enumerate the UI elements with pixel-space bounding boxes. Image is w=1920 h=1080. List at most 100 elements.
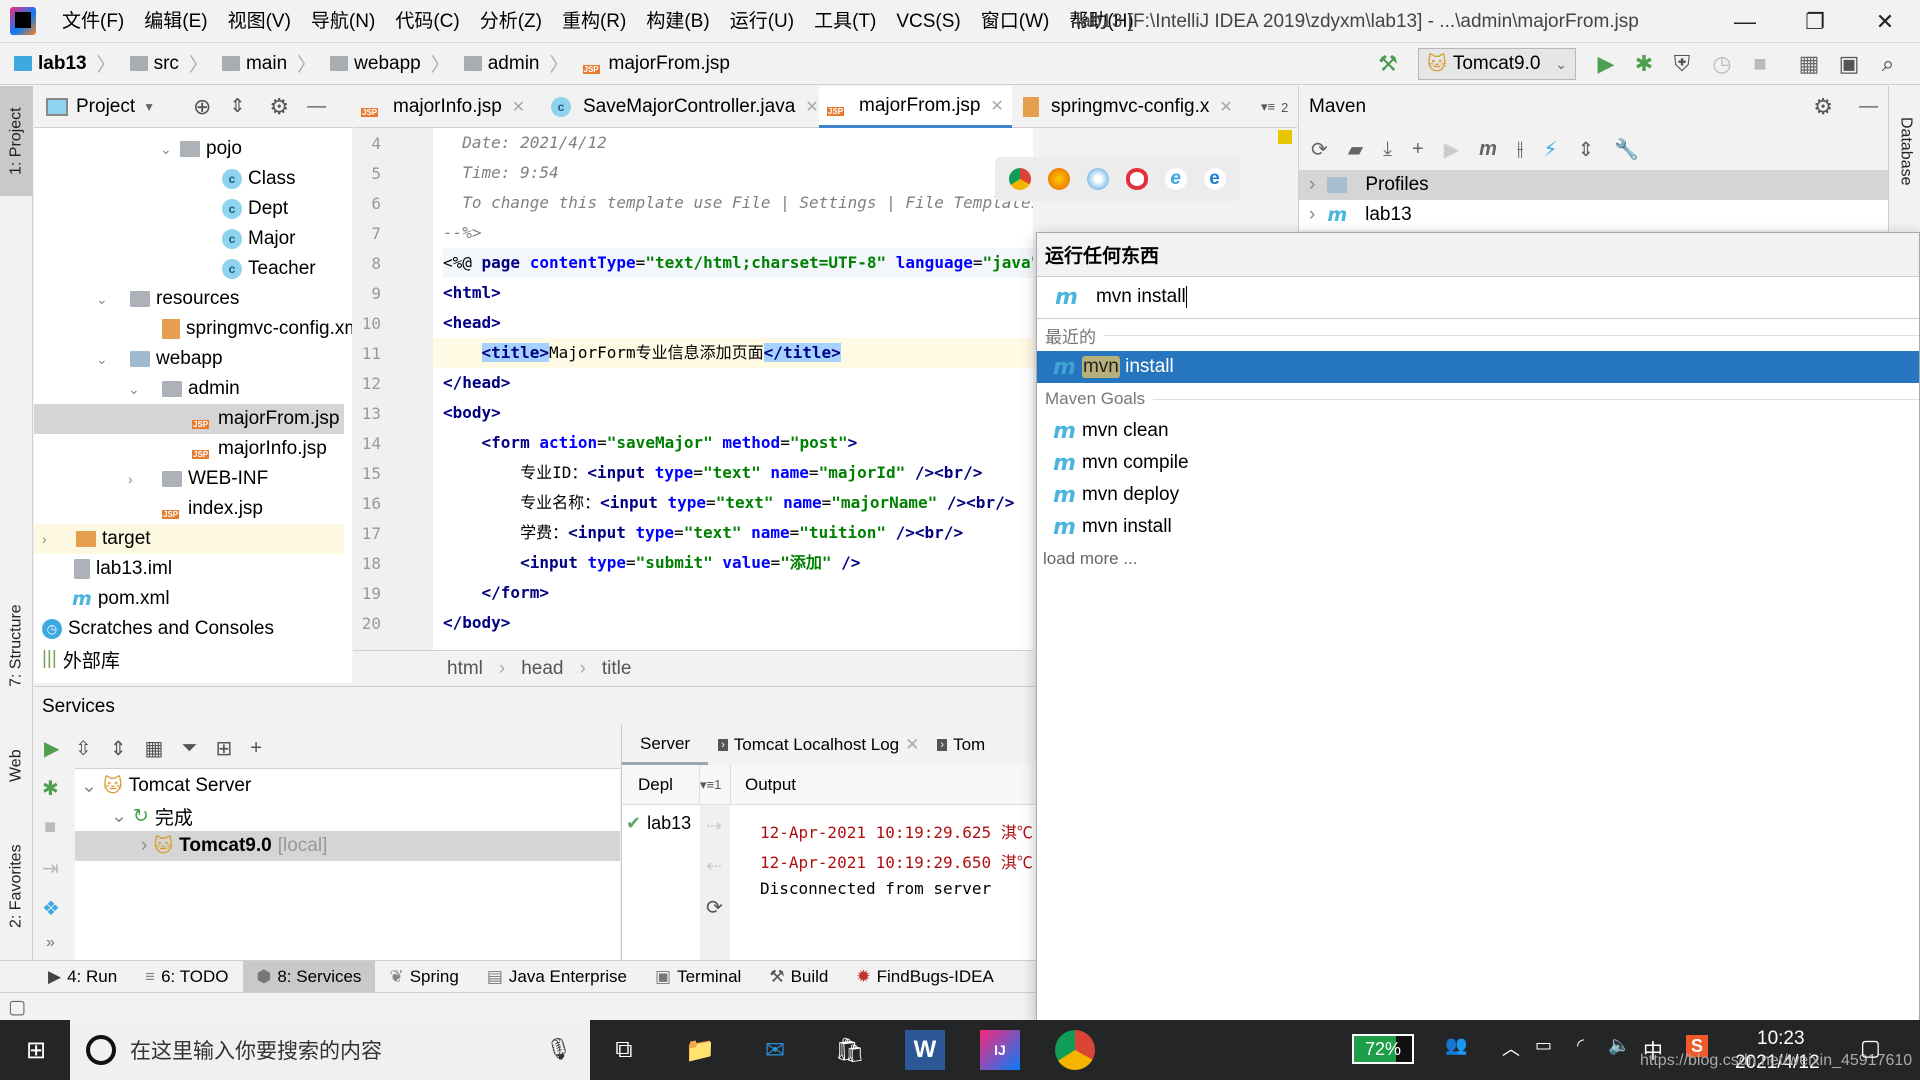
structure-tool-tab[interactable]: 7: Structure — [0, 586, 33, 706]
run-icon[interactable]: ▶ — [1592, 50, 1620, 78]
menu-run[interactable]: 运行(U) — [720, 0, 804, 43]
wifi-icon[interactable]: ◜ — [1577, 1035, 1584, 1056]
intellij-taskbar-icon[interactable]: IJ — [980, 1030, 1020, 1070]
coverage-icon[interactable]: ⛨ — [1668, 50, 1696, 78]
reimport-folder-icon[interactable]: ▰ — [1348, 137, 1363, 162]
tab-majorinfo-jsp[interactable]: majorInfo.jsp✕ — [353, 86, 533, 128]
mail-icon[interactable]: ✉ — [755, 1030, 795, 1070]
breadcrumb-item[interactable]: webapp 〉 — [330, 50, 450, 77]
microphone-icon[interactable]: 🎙 — [545, 1038, 572, 1062]
windows-start-icon[interactable]: ⊞ — [16, 1030, 56, 1070]
tool-tab-todo[interactable]: ≡ 6: TODO — [131, 961, 242, 993]
more-icon[interactable]: » — [46, 934, 55, 952]
run-anything-input[interactable]: m mvn install — [1037, 277, 1919, 319]
web-tool-tab[interactable]: Web — [0, 726, 33, 806]
inspection-warning-indicator[interactable] — [1278, 130, 1292, 144]
download-icon[interactable]: ⤓ — [1383, 138, 1392, 161]
breadcrumb-item[interactable]: majorFrom.jsp — [582, 53, 730, 75]
database-tool-tab[interactable]: Database — [1889, 96, 1920, 206]
tool-tab-services[interactable]: ⬢ 8: Services — [242, 960, 376, 993]
close-tab-icon[interactable]: ✕ — [1219, 97, 1232, 117]
chrome-icon[interactable] — [1009, 168, 1032, 190]
word-icon[interactable]: W — [905, 1030, 945, 1070]
menu-code[interactable]: 代码(C) — [385, 0, 469, 43]
tree-item-pom-xml[interactable]: m pom.xml — [72, 584, 170, 614]
opera-icon[interactable] — [1125, 168, 1148, 190]
tree-item-springmvc-config[interactable]: springmvc-config.xml — [162, 314, 352, 344]
deployment-item[interactable]: ✔ lab13 — [626, 813, 691, 834]
undeploy-icon[interactable]: ⇠ — [706, 855, 722, 878]
tool-tab-findbugs[interactable]: ✹ FindBugs-IDEA — [842, 961, 1007, 993]
clock-time[interactable]: 10:23 — [1757, 1028, 1805, 1050]
tree-item-index-jsp[interactable]: index.jsp — [162, 494, 263, 524]
tab-springmvc-config[interactable]: springmvc-config.x ✕ — [1015, 86, 1241, 128]
service-tomcat9[interactable]: › 🐱 Tomcat9.0 [local] — [75, 831, 620, 861]
deploy-icon[interactable]: ⇥ — [42, 856, 59, 881]
battery-indicator[interactable]: 72% — [1352, 1034, 1414, 1064]
firefox-icon[interactable] — [1048, 168, 1071, 190]
editor-crumb-title[interactable]: title — [602, 658, 632, 680]
deploy-icon[interactable]: ⇢ — [706, 815, 722, 838]
tree-item-teacher[interactable]: c Teacher — [222, 254, 316, 284]
tree-item-web-inf[interactable]: › WEB-INF — [128, 464, 268, 494]
store-icon[interactable]: 🛍 — [830, 1030, 870, 1070]
collapse-all-icon[interactable]: ⇕ — [229, 95, 245, 118]
tree-item-scratches[interactable]: ◷ Scratches and Consoles — [42, 614, 274, 644]
breadcrumb-item[interactable]: lab13 〉 — [14, 50, 116, 77]
close-tab-icon[interactable]: ✕ — [512, 97, 525, 117]
menu-refactor[interactable]: 重构(R) — [552, 0, 636, 43]
tab-savemajorcontroller-java[interactable]: c SaveMajorController.java ✕ — [543, 86, 827, 128]
skip-tests-icon[interactable]: ⚡ — [1543, 137, 1557, 162]
tree-item-majorinfo-jsp[interactable]: majorInfo.jsp — [192, 434, 327, 464]
project-structure-icon[interactable]: ▦ — [1795, 50, 1823, 78]
goal-item-mvn-deploy[interactable]: m mvn deploy — [1037, 479, 1919, 511]
ie-icon[interactable]: e — [1164, 168, 1187, 190]
tree-item-resources[interactable]: ⌄ resources — [96, 284, 239, 314]
reload-icon[interactable]: ⟳ — [1311, 137, 1328, 162]
maven-goal-icon[interactable]: m — [1479, 138, 1497, 161]
tool-tab-terminal[interactable]: ▣ Terminal — [641, 961, 755, 993]
filter-icon[interactable]: ⏷ — [181, 737, 197, 760]
new-tab-icon[interactable]: ⊞ — [215, 736, 232, 761]
tree-item-dept[interactable]: c Dept — [222, 194, 288, 224]
menu-view[interactable]: 视图(V) — [218, 0, 301, 43]
recent-item-mvn-install[interactable]: m mvn install — [1037, 351, 1919, 383]
chrome-taskbar-icon[interactable] — [1055, 1030, 1095, 1070]
goal-item-mvn-clean[interactable]: m mvn clean — [1037, 415, 1919, 447]
hide-icon[interactable]: — — [1859, 96, 1878, 118]
service-finished-group[interactable]: ⌄ ↻ 完成 — [75, 801, 620, 831]
show-hidden-icons[interactable]: ︿ — [1502, 1035, 1520, 1061]
run-icon[interactable]: ▶ — [1444, 137, 1459, 162]
project-view-selector[interactable]: Project — [76, 96, 135, 118]
search-icon[interactable]: ⌕ — [1874, 50, 1902, 78]
tree-item-webapp[interactable]: ⌄ webapp — [96, 344, 223, 374]
code-editor[interactable]: Date: 2021/4/12 Time: 9:54 To change thi… — [433, 128, 1033, 650]
editor-crumb-head[interactable]: head — [521, 658, 563, 680]
tab-server[interactable]: Server — [622, 725, 709, 765]
menu-edit[interactable]: 编辑(E) — [134, 0, 217, 43]
tree-item-lab13-iml[interactable]: lab13.iml — [74, 554, 172, 584]
close-button[interactable]: ✕ — [1855, 0, 1915, 43]
project-tool-tab[interactable]: 1: Project — [0, 86, 33, 196]
menu-vcs[interactable]: VCS(S) — [886, 0, 970, 43]
favorites-tool-tab[interactable]: 2: Favorites — [0, 826, 33, 946]
restore-button[interactable]: ❐ — [1785, 0, 1845, 43]
run-configuration-select[interactable]: 🐱 Tomcat9.0 ⌄ — [1418, 48, 1576, 80]
minimize-button[interactable]: — — [1715, 0, 1775, 43]
profile-icon[interactable]: ◷ — [1708, 50, 1736, 78]
menu-file[interactable]: 文件(F) — [52, 0, 134, 43]
toggle-tool-windows-icon[interactable]: ▢ — [8, 996, 26, 1019]
menu-tools[interactable]: 工具(T) — [804, 0, 886, 43]
collapse-all-icon[interactable]: ⇕ — [1577, 137, 1594, 162]
tool-tab-build[interactable]: ⚒ Build — [755, 961, 842, 993]
tab-tomcat-localhost-log[interactable]: › Tomcat Localhost Log ✕ — [708, 735, 929, 755]
battery-tray-icon[interactable]: ▭ — [1535, 1035, 1552, 1056]
maven-tree-profiles[interactable]: › Profiles — [1299, 170, 1888, 200]
build-hammer-icon[interactable]: ⚒ — [1374, 50, 1402, 78]
volume-icon[interactable]: 🔈 — [1608, 1035, 1630, 1056]
tool-tab-java-enterprise[interactable]: ▤ Java Enterprise — [473, 961, 641, 993]
run-anything-icon[interactable]: ▣ — [1835, 50, 1863, 78]
tree-item-external-libraries[interactable]: ||| 外部库 — [42, 644, 120, 674]
maven-tree-lab13[interactable]: › m lab13 — [1299, 200, 1888, 230]
taskbar-search[interactable]: 在这里输入你要搜索的内容 🎙 — [70, 1020, 590, 1080]
